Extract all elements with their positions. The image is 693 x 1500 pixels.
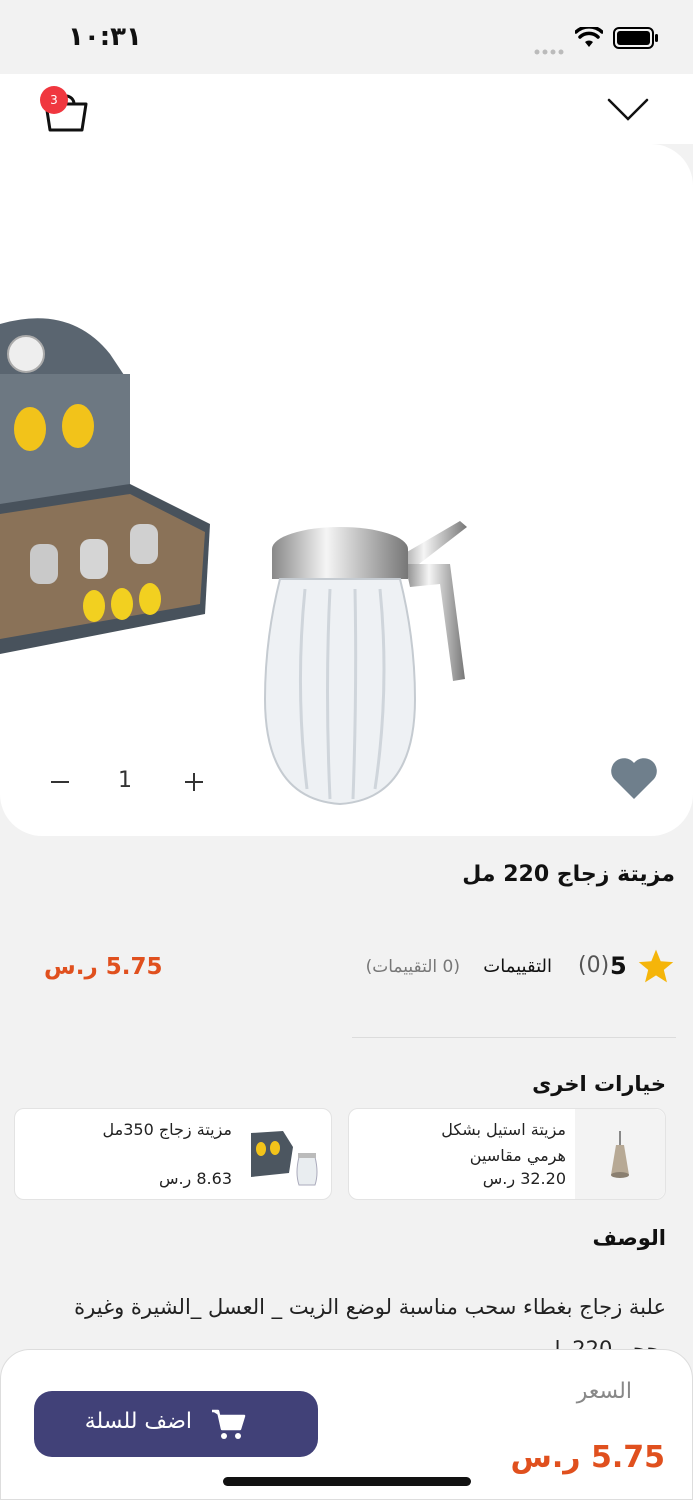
- quantity-decrease-button[interactable]: [48, 770, 72, 794]
- product-jar-image: [245, 509, 475, 836]
- plus-icon: [185, 773, 203, 791]
- home-indicator: [223, 1477, 471, 1486]
- quantity-value: 1: [118, 768, 132, 793]
- rating-value: 5: [610, 952, 627, 980]
- add-to-cart-label: اضف للسلة: [84, 1409, 192, 1434]
- option-price: 32.20 ر.س: [482, 1169, 566, 1188]
- product-title: مزيتة زجاج 220 مل: [462, 862, 675, 887]
- signal-dots-icon: [534, 40, 566, 55]
- quantity-increase-button[interactable]: [182, 770, 206, 794]
- option-name: مزيتة استيل بشكل هرمي مقاسين: [441, 1120, 566, 1165]
- option-price: 8.63 ر.س: [158, 1169, 232, 1188]
- status-time: ١٠:٣١: [68, 22, 142, 52]
- cart-icon: [212, 1409, 246, 1439]
- option-image: [249, 1127, 323, 1189]
- description-title: الوصف: [592, 1226, 666, 1250]
- cart-button[interactable]: 3: [40, 86, 92, 136]
- option-name: مزيتة زجاج 350مل: [102, 1120, 232, 1139]
- option-card[interactable]: مزيتة استيل بشكل هرمي مقاسين 32.20 ر.س: [348, 1108, 666, 1200]
- ratings-count-text: (0 التقييمات): [365, 957, 460, 977]
- option-card[interactable]: مزيتة زجاج 350مل 8.63 ر.س: [14, 1108, 332, 1200]
- product-price: 5.75 ر.س: [44, 954, 163, 980]
- steel-pot-image: [611, 1131, 629, 1178]
- favorite-button[interactable]: [608, 754, 660, 802]
- ratings-label[interactable]: التقييمات: [483, 956, 552, 977]
- cart-count-badge: 3: [40, 86, 68, 114]
- product-box-image: [0, 314, 215, 772]
- glass-jars-image: [251, 1131, 318, 1186]
- heart-icon: [611, 758, 657, 799]
- bottom-price: 5.75 ر.س: [510, 1440, 665, 1475]
- option-image: [575, 1109, 665, 1199]
- divider: [352, 1037, 676, 1038]
- rating-count: (0): [578, 953, 610, 978]
- rating-star-icon: [637, 948, 675, 988]
- status-bar: ١٠:٣١: [0, 0, 693, 74]
- other-options-title: خيارات اخرى: [532, 1072, 666, 1096]
- battery-icon: [613, 27, 659, 53]
- add-to-cart-button[interactable]: اضف للسلة: [34, 1391, 318, 1457]
- minus-icon: [51, 781, 69, 783]
- close-chevron-button[interactable]: [606, 96, 650, 128]
- top-bar: 3: [0, 74, 693, 144]
- cart-count: 3: [50, 93, 58, 107]
- chevron-down-icon: [607, 98, 649, 121]
- price-label: السعر: [576, 1379, 632, 1404]
- wifi-icon: [574, 25, 604, 53]
- product-image-area: 1: [0, 144, 693, 836]
